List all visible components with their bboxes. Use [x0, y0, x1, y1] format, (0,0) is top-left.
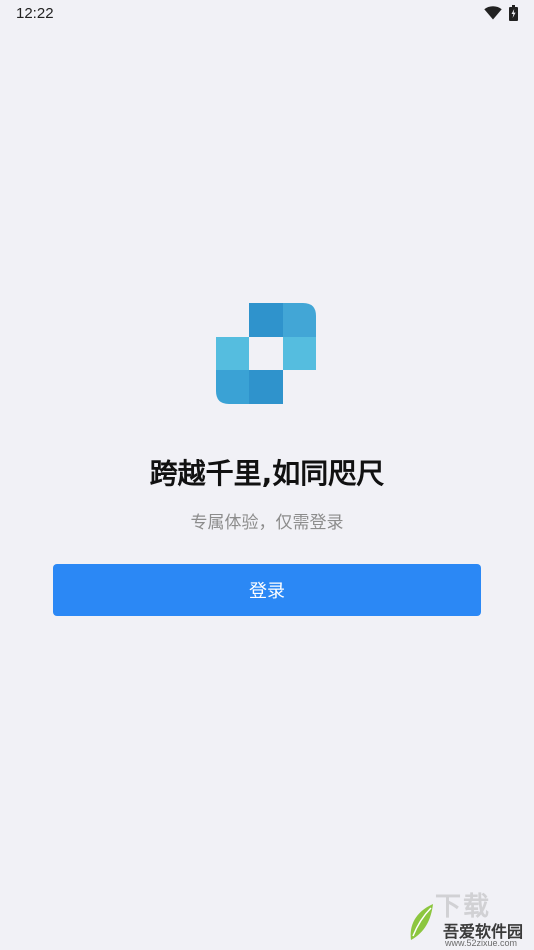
leaf-icon: [410, 904, 433, 940]
app-logo-icon: [216, 303, 316, 404]
page-title: 跨越千里,如同咫尺: [149, 457, 385, 490]
wifi-icon: [484, 6, 502, 20]
login-button[interactable]: 登录: [53, 564, 481, 616]
battery-icon: [509, 5, 518, 21]
watermark-url: www.52zixue.com: [445, 938, 518, 948]
watermark: 下载 吾爱软件园 www.52zixue.com: [405, 880, 534, 950]
status-bar: 12:22: [0, 0, 534, 28]
status-time: 12:22: [16, 5, 54, 22]
subtitle: 专属体验，仅需登录: [190, 513, 344, 533]
